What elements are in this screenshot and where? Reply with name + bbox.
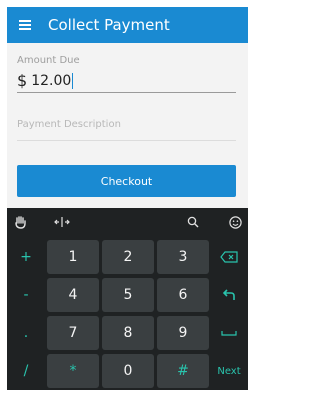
key-slash[interactable]: / bbox=[9, 354, 43, 388]
keyboard-toolbar bbox=[7, 208, 248, 236]
payment-description-field[interactable]: Payment Description bbox=[17, 119, 236, 141]
amount-due-value: 12.00 bbox=[31, 72, 72, 89]
space-bar-icon bbox=[221, 331, 237, 336]
space-key[interactable] bbox=[212, 316, 246, 350]
payment-description-placeholder: Payment Description bbox=[17, 119, 121, 130]
key-7[interactable]: 7 bbox=[47, 316, 99, 350]
key-4[interactable]: 4 bbox=[47, 278, 99, 312]
checkout-button[interactable]: Checkout bbox=[17, 165, 236, 197]
undo-arrow-icon bbox=[222, 289, 235, 300]
app-bar: Collect Payment bbox=[7, 7, 248, 43]
key-5[interactable]: 5 bbox=[102, 278, 154, 312]
emoji-hand-icon[interactable] bbox=[13, 214, 29, 230]
key-2[interactable]: 2 bbox=[102, 240, 154, 274]
numeric-keyboard: + 1 2 3 - 4 5 6 . 7 8 9 / * 0 # Next bbox=[7, 208, 248, 390]
menu-button[interactable] bbox=[7, 7, 43, 43]
key-hash[interactable]: # bbox=[157, 354, 209, 388]
hamburger-icon bbox=[19, 20, 31, 30]
currency-symbol: $ bbox=[17, 71, 28, 90]
next-key[interactable]: Next bbox=[212, 354, 246, 388]
key-1[interactable]: 1 bbox=[47, 240, 99, 274]
key-0[interactable]: 0 bbox=[102, 354, 154, 388]
checkout-label: Checkout bbox=[100, 174, 153, 188]
key-6[interactable]: 6 bbox=[157, 278, 209, 312]
cursor-move-icon[interactable] bbox=[53, 214, 71, 230]
smiley-icon[interactable] bbox=[227, 214, 243, 230]
app-screen: Collect Payment Amount Due $ 12.00 Payme… bbox=[7, 7, 248, 390]
search-icon[interactable] bbox=[185, 214, 201, 230]
page-title: Collect Payment bbox=[48, 16, 170, 34]
key-plus[interactable]: + bbox=[9, 240, 43, 274]
key-period[interactable]: . bbox=[9, 316, 43, 350]
undo-key[interactable] bbox=[212, 278, 246, 312]
amount-due-field[interactable]: $ 12.00 bbox=[17, 69, 236, 93]
backspace-key[interactable] bbox=[212, 240, 246, 274]
key-3[interactable]: 3 bbox=[157, 240, 209, 274]
backspace-icon bbox=[220, 251, 238, 263]
key-9[interactable]: 9 bbox=[157, 316, 209, 350]
key-8[interactable]: 8 bbox=[102, 316, 154, 350]
key-minus[interactable]: - bbox=[9, 278, 43, 312]
text-cursor bbox=[72, 72, 74, 89]
key-asterisk[interactable]: * bbox=[47, 354, 99, 388]
amount-due-label: Amount Due bbox=[17, 55, 80, 66]
